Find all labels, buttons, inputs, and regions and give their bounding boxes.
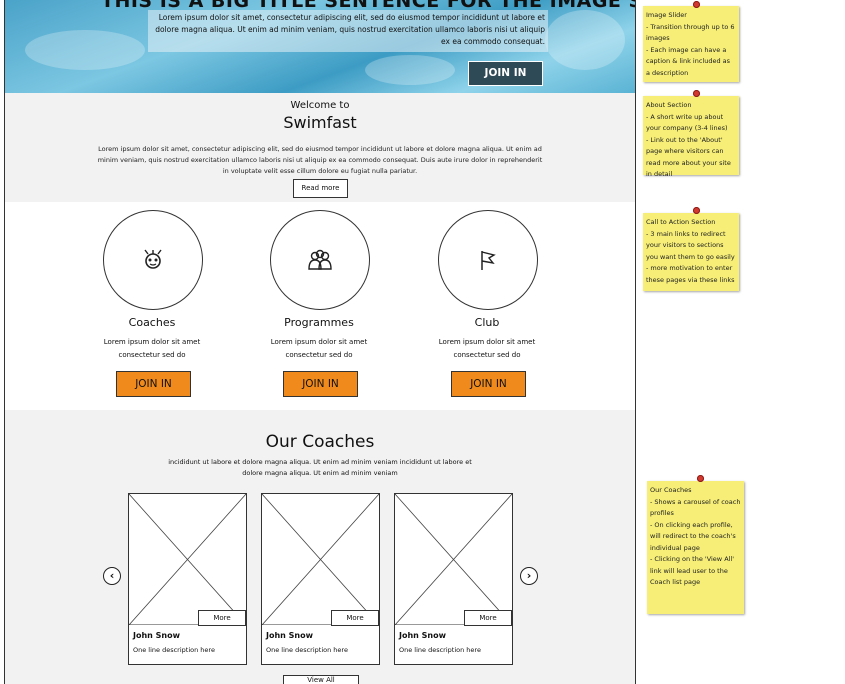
welcome-title: Swimfast [283, 113, 357, 132]
coach-card[interactable]: More John Snow One line description here [261, 493, 380, 665]
water-ripple [365, 55, 455, 85]
more-button[interactable]: More [331, 610, 379, 626]
sticky-note: Image Slider - Transition through up to … [643, 6, 739, 82]
coach-description: One line description here [133, 646, 215, 654]
cta-circle[interactable] [270, 210, 370, 310]
chevron-left-icon[interactable]: ‹ [103, 567, 121, 585]
pin-icon [693, 207, 700, 214]
image-placeholder-icon [129, 494, 246, 625]
pin-icon [693, 90, 700, 97]
coaches-text: incididunt ut labore et dolore magna ali… [168, 458, 472, 477]
group-icon [308, 249, 332, 270]
sticky-note: Our Coaches - Shows a carousel of coach … [647, 481, 744, 614]
cta-join-button[interactable]: JOIN IN [116, 371, 191, 397]
welcome-subtitle: Welcome to [290, 100, 350, 111]
our-coaches-section: Our Coaches incididunt ut labore et dolo… [5, 410, 635, 684]
image-placeholder-icon [262, 494, 379, 625]
cta-title: Club [474, 316, 500, 329]
cta-text: Lorem ipsum dolor sit amet consectetur s… [438, 338, 536, 359]
cta-title: Coaches [128, 316, 176, 329]
water-ripple [545, 10, 625, 70]
water-ripple [25, 30, 145, 70]
cta-title: Programmes [284, 316, 354, 329]
coach-name: John Snow [133, 631, 180, 640]
coach-description: One line description here [266, 646, 348, 654]
cta-text: Lorem ipsum dolor sit amet consectetur s… [103, 338, 201, 359]
page-wireframe: THIS IS A BIG TITLE SENTENCE FOR THE IMA… [4, 0, 636, 684]
coach-card[interactable]: More John Snow One line description here [128, 493, 247, 665]
slider-caption: Lorem ipsum dolor sit amet, consectetur … [155, 13, 545, 46]
coach-name: John Snow [399, 631, 446, 640]
pin-icon [697, 475, 704, 482]
cta-join-button[interactable]: JOIN IN [283, 371, 358, 397]
flag-icon [481, 251, 496, 270]
welcome-text: Lorem ipsum dolor sit amet, consectetur … [97, 145, 543, 175]
cta-join-button[interactable]: JOIN IN [451, 371, 526, 397]
cta-text: Lorem ipsum dolor sit amet consectetur s… [270, 338, 368, 359]
sticky-note: Call to Action Section - 3 main links to… [643, 213, 739, 291]
image-slider[interactable]: THIS IS A BIG TITLE SENTENCE FOR THE IMA… [5, 0, 635, 93]
read-more-button[interactable]: Read more [293, 179, 348, 198]
slider-join-button[interactable]: JOIN IN [468, 61, 543, 86]
pin-icon [693, 1, 700, 8]
coach-card[interactable]: More John Snow One line description here [394, 493, 513, 665]
coach-icon [144, 249, 162, 269]
sticky-note: About Section - A short write up about y… [643, 96, 739, 178]
call-to-action-section: Coaches Lorem ipsum dolor sit amet conse… [5, 202, 635, 410]
image-placeholder-icon [395, 494, 512, 625]
more-button[interactable]: More [464, 610, 512, 626]
view-all-button[interactable]: View All [283, 675, 359, 684]
more-button[interactable]: More [198, 610, 246, 626]
coaches-title: Our Coaches [265, 432, 375, 452]
chevron-right-icon[interactable]: › [520, 567, 538, 585]
cta-circle[interactable] [103, 210, 203, 310]
about-section: Welcome to Swimfast Lorem ipsum dolor si… [5, 93, 635, 202]
coach-description: One line description here [399, 646, 481, 654]
coach-name: John Snow [266, 631, 313, 640]
cta-circle[interactable] [438, 210, 538, 310]
